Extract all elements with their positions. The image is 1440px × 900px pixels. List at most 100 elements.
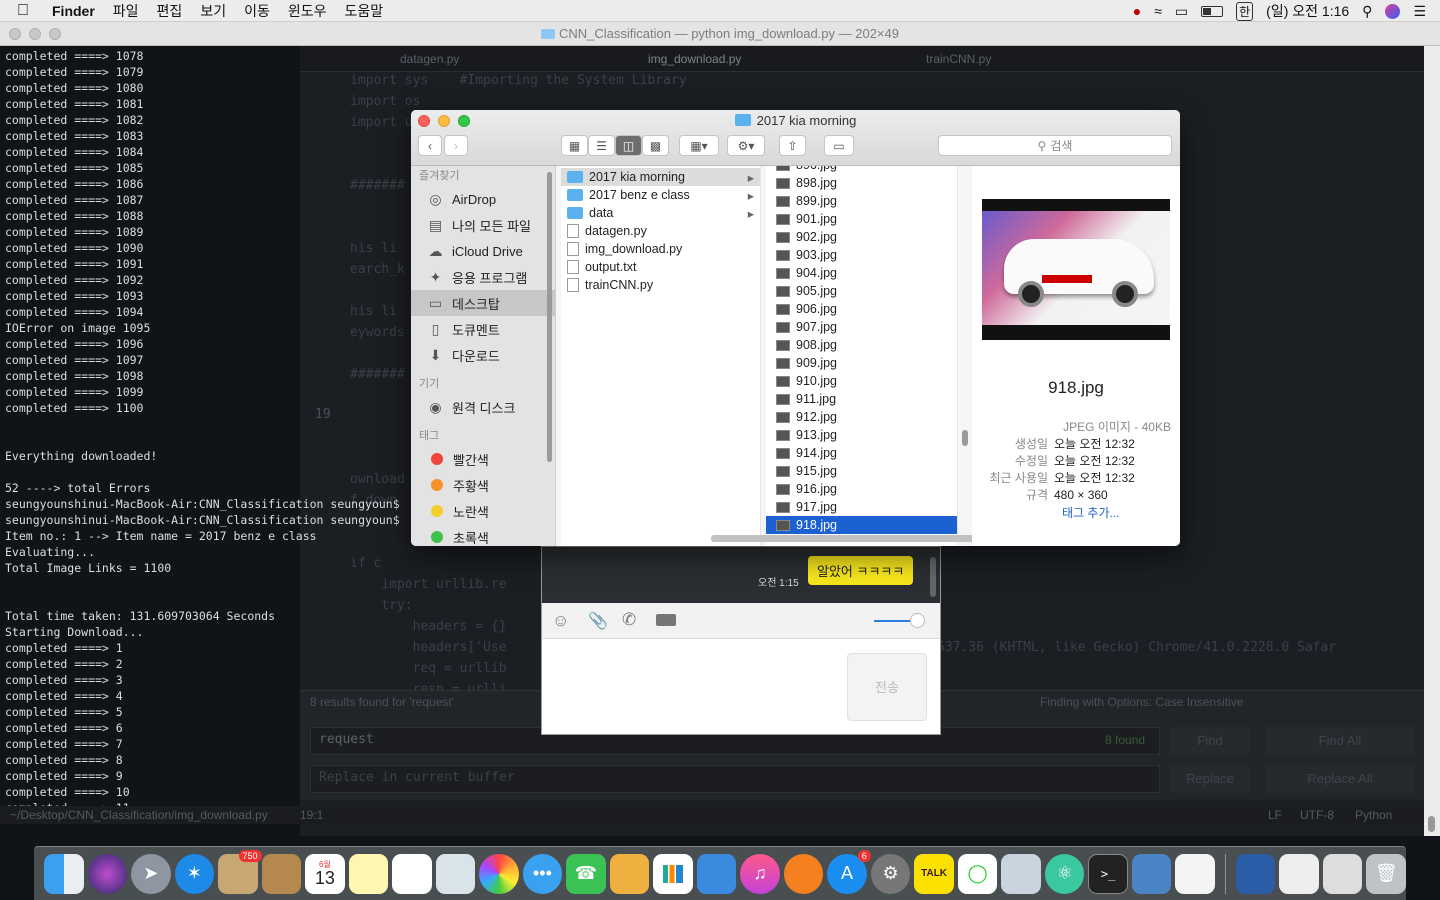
back-button[interactable]: ‹	[418, 135, 442, 156]
books-icon[interactable]	[783, 853, 824, 894]
sidebar-tag[interactable]: 노란색	[411, 498, 555, 524]
file-row[interactable]: 2017 kia morning ▸	[561, 168, 760, 186]
status-eol[interactable]: LF	[1268, 808, 1282, 822]
finder-app-icon[interactable]	[44, 853, 84, 894]
file-row[interactable]: 917.jpg	[766, 498, 957, 516]
file-row[interactable]: 899.jpg	[766, 192, 957, 210]
mail-stamp-icon[interactable]: 750	[218, 849, 262, 894]
menu-file[interactable]: 파일	[104, 1, 148, 21]
sidebar-item[interactable]: ▭ 데스크탑	[411, 290, 555, 316]
music-icon[interactable]: ♫	[740, 853, 780, 894]
file-row[interactable]: 908.jpg	[766, 336, 957, 354]
file-row[interactable]: 902.jpg	[766, 228, 957, 246]
screenshot-stack-icon[interactable]	[1322, 853, 1363, 894]
atom-icon[interactable]: ⚛	[1044, 853, 1085, 894]
action-gear-button[interactable]: ⚙▾	[727, 135, 765, 156]
list-view-button[interactable]: ☰	[588, 135, 615, 156]
siri-app-icon[interactable]	[87, 853, 128, 894]
apple-icon[interactable]: 	[0, 2, 46, 20]
launchpad-icon[interactable]: ➤	[131, 853, 171, 894]
menu-go[interactable]: 이동	[235, 1, 279, 21]
downloads-stack-icon[interactable]	[1279, 853, 1319, 894]
wifi-icon[interactable]: ≈	[1154, 3, 1162, 19]
icon-view-button[interactable]: ▦	[561, 135, 588, 156]
file-row[interactable]: datagen.py	[561, 222, 760, 240]
send-button[interactable]: 전송	[847, 653, 927, 721]
file-row[interactable]: 904.jpg	[766, 264, 957, 282]
attach-icon[interactable]: 📎	[588, 611, 608, 631]
arrange-button[interactable]: ▦▾	[679, 135, 719, 156]
file-row[interactable]: 2017 benz e class ▸	[561, 186, 760, 204]
sidebar-item[interactable]: ◎ AirDrop	[411, 186, 555, 212]
textedit-icon[interactable]	[1175, 853, 1215, 894]
file-row[interactable]: 907.jpg	[766, 318, 957, 336]
reminders-icon[interactable]	[392, 853, 432, 894]
file-row[interactable]: 905.jpg	[766, 282, 957, 300]
file-row[interactable]: 911.jpg	[766, 390, 957, 408]
file-row[interactable]: 915.jpg	[766, 462, 957, 480]
search-field[interactable]: ⚲ 검색	[938, 135, 1172, 156]
file-row[interactable]: 909.jpg	[766, 354, 957, 372]
minimize-button[interactable]	[29, 28, 41, 40]
file-row[interactable]: 901.jpg	[766, 210, 957, 228]
facetime-icon[interactable]: ☎	[566, 853, 606, 894]
sidebar-item[interactable]: ✦ 응용 프로그램	[411, 264, 555, 290]
sidebar-scrollbar[interactable]	[547, 172, 552, 462]
sidebar-tag[interactable]: 초록색	[411, 524, 555, 546]
chat-scrollbar[interactable]	[930, 557, 936, 597]
menu-view[interactable]: 보기	[191, 1, 235, 21]
sidebar-tag[interactable]: 주황색	[411, 472, 555, 498]
pages-icon[interactable]	[609, 853, 650, 894]
add-tags-link[interactable]: 태그 추가...	[1062, 504, 1120, 521]
menu-clock[interactable]: (일) 오전 1:16	[1266, 1, 1349, 21]
app-store-icon[interactable]: A6	[827, 849, 871, 894]
airplay-icon[interactable]: ▭	[1175, 3, 1188, 20]
forward-button[interactable]: ›	[444, 135, 468, 156]
file-row[interactable]: 916.jpg	[766, 480, 957, 498]
sidebar-item[interactable]: ⬇ 다운로드	[411, 342, 555, 368]
sidebar-item[interactable]: ▤ 나의 모든 파일	[411, 212, 555, 238]
status-grammar[interactable]: Python	[1355, 808, 1392, 822]
menu-window[interactable]: 윈도우	[279, 1, 336, 21]
kakaotalk-icon[interactable]: TALK	[914, 853, 954, 894]
message-bubble[interactable]: 알았어 ㅋㅋㅋㅋ	[808, 556, 914, 585]
status-path[interactable]: ~/Desktop/CNN_Classification/img_downloa…	[10, 808, 268, 822]
trash-icon[interactable]: 🗑	[1366, 853, 1406, 894]
spotlight-icon[interactable]: ⚲	[1362, 3, 1372, 20]
input-source-icon[interactable]: 한	[1236, 1, 1254, 21]
keynote-icon[interactable]	[696, 853, 737, 894]
menu-edit[interactable]: 편집	[148, 1, 192, 21]
terminal-app-icon[interactable]: >_	[1088, 853, 1128, 894]
tags-button[interactable]: ▭	[824, 135, 854, 156]
photos-icon[interactable]	[479, 853, 519, 894]
file-row[interactable]: img_download.py	[561, 240, 760, 258]
contacts-icon[interactable]	[261, 853, 302, 894]
close-button[interactable]	[9, 28, 21, 40]
file-row[interactable]: 913.jpg	[766, 426, 957, 444]
share-button[interactable]: ⇧	[779, 135, 806, 156]
zoom-button[interactable]	[49, 28, 61, 40]
status-encoding[interactable]: UTF-8	[1300, 808, 1334, 822]
call-icon[interactable]: ✆	[622, 610, 636, 630]
preview-app-icon[interactable]	[1001, 853, 1041, 894]
file-row[interactable]: 912.jpg	[766, 408, 957, 426]
gallery-view-button[interactable]: ▩	[642, 135, 669, 156]
battery-icon[interactable]	[1201, 5, 1224, 17]
numbers-icon[interactable]	[653, 853, 693, 894]
sidebar-item[interactable]: ▯ 도큐멘트	[411, 316, 555, 342]
file-row[interactable]: output.txt	[561, 258, 760, 276]
menu-help[interactable]: 도움말	[335, 1, 392, 21]
file-row[interactable]: trainCNN.py	[561, 276, 760, 294]
emoji-icon[interactable]: ☺	[552, 611, 569, 631]
terminal-scrollbar[interactable]	[1424, 46, 1440, 836]
volume-slider[interactable]	[874, 620, 914, 622]
notification-center-icon[interactable]: ☰	[1413, 3, 1426, 20]
calendar-icon[interactable]: 6월 13	[305, 853, 345, 894]
file-row[interactable]: 914.jpg	[766, 444, 957, 462]
file-row[interactable]: 906.jpg	[766, 300, 957, 318]
siri-icon[interactable]	[1385, 3, 1401, 19]
file-row[interactable]: 896.jpg	[766, 166, 957, 174]
column-view-button[interactable]: ◫	[615, 135, 642, 156]
volume-knob[interactable]	[910, 613, 925, 628]
sidebar-item[interactable]: ◉ 원격 디스크	[411, 394, 555, 420]
